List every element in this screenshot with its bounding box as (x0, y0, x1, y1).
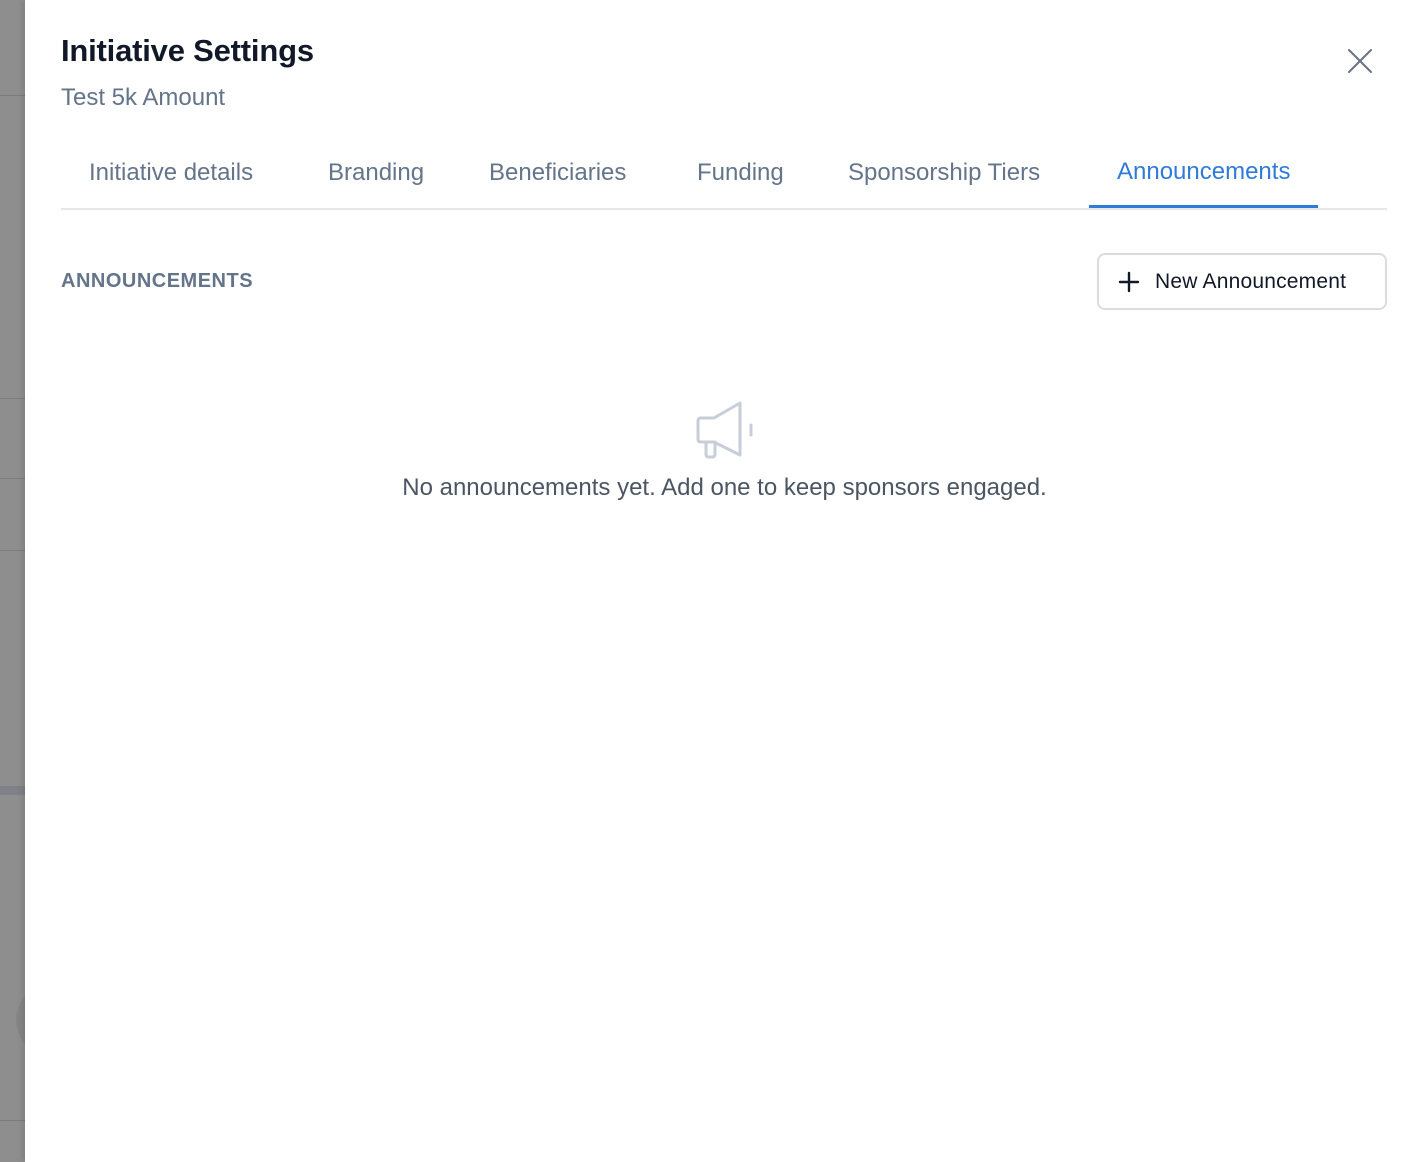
section-heading: ANNOUNCEMENTS (61, 270, 254, 292)
dialog-title: Initiative Settings (61, 33, 314, 68)
close-icon (1348, 49, 1372, 73)
backdrop-bar (0, 786, 25, 795)
backdrop-divider (0, 95, 25, 96)
dialog-subtitle: Test 5k Amount (61, 84, 226, 111)
megaphone-icon (694, 399, 754, 459)
tab-beneficiaries[interactable]: Beneficiaries (461, 138, 654, 208)
backdrop-divider (0, 1120, 25, 1121)
backdrop-divider (0, 550, 25, 551)
tab-branding[interactable]: Branding (300, 138, 452, 208)
page-backdrop (0, 0, 25, 1162)
plus-icon (1117, 270, 1141, 294)
new-announcement-button[interactable]: New Announcement (1097, 253, 1387, 310)
tab-initiative-details[interactable]: Initiative details (61, 138, 281, 208)
tab-announcements[interactable]: Announcements (1089, 138, 1319, 208)
new-announcement-label: New Announcement (1155, 269, 1347, 293)
backdrop-divider (0, 478, 25, 479)
close-button[interactable] (1343, 44, 1377, 78)
settings-tabs: Initiative details Branding Beneficiarie… (61, 138, 1387, 210)
tab-funding[interactable]: Funding (669, 138, 812, 208)
backdrop-avatar (16, 985, 25, 1055)
backdrop-divider (0, 398, 25, 399)
tab-sponsorship-tiers[interactable]: Sponsorship Tiers (820, 138, 1068, 208)
empty-state-message: No announcements yet. Add one to keep sp… (402, 474, 1047, 501)
settings-drawer: Initiative Settings Test 5k Amount Initi… (25, 0, 1424, 1162)
